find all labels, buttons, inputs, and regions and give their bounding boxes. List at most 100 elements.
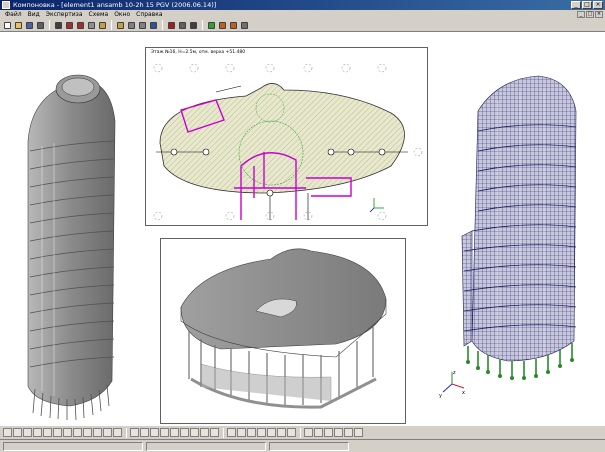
open-icon [14,21,22,29]
toolbar-settings-button[interactable] [177,20,187,30]
bottom-tool-button[interactable] [113,428,122,437]
floor-plan-drawing [153,63,423,221]
bottom-tool-button[interactable] [160,428,169,437]
bottom-tool-button[interactable] [314,428,323,437]
toolbar-view-button[interactable] [217,20,227,30]
bottom-tool-button[interactable] [257,428,266,437]
toolbar-redo-button[interactable] [115,20,125,30]
toolbar-mesh-button[interactable] [228,20,238,30]
bottom-tool-button[interactable] [130,428,139,437]
settings-icon [178,21,186,29]
status-field-coords [146,441,266,451]
paste-icon [138,21,146,29]
bottom-tool-button[interactable] [43,428,52,437]
maximize-button[interactable]: □ [582,1,592,9]
new-icon [3,21,11,29]
bottom-tool-button[interactable] [267,428,276,437]
bottom-tool-button[interactable] [93,428,102,437]
toolbar-filter-button[interactable] [206,20,216,30]
toolbar-open-button[interactable] [13,20,23,30]
zoom-icon [54,21,62,29]
menu-bar: Файл Вид Экспертиза Схема Окно Справка _… [0,10,605,19]
toolbar-separator [126,427,127,438]
axis-label-y: y [439,393,442,398]
floor-plan-panel[interactable]: Этаж №16, Н=2.5м, отм. верха +51.480 [145,47,428,226]
help-icon [149,21,157,29]
floor-3d-panel[interactable] [160,238,406,424]
status-field-main [3,441,143,451]
copy-icon [127,21,135,29]
toolbar-render-button[interactable] [166,20,176,30]
app-icon [2,1,10,9]
axis-label-x: x [462,390,465,396]
close-button[interactable]: × [593,1,603,9]
bottom-tool-button[interactable] [180,428,189,437]
bottom-tool-button[interactable] [73,428,82,437]
bottom-tool-button[interactable] [287,428,296,437]
toolbar-new-button[interactable] [2,20,12,30]
grid-icon [36,21,44,29]
toolbar-zoom-button[interactable] [53,20,63,30]
menu-window[interactable]: Окно [111,11,133,18]
bottom-tool-button[interactable] [210,428,219,437]
toolbar-rotate-button[interactable] [75,20,85,30]
toolbar-print-button[interactable] [188,20,198,30]
bottom-tool-button[interactable] [247,428,256,437]
minimize-button[interactable]: _ [571,1,581,9]
render-icon [167,21,175,29]
bottom-tool-button[interactable] [304,428,313,437]
bottom-tool-button[interactable] [200,428,209,437]
menu-scheme[interactable]: Схема [86,11,112,18]
toolbar-pan-button[interactable] [64,20,74,30]
toolbar-layer-button[interactable] [239,20,249,30]
bottom-tool-button[interactable] [63,428,72,437]
bottom-tool-button[interactable] [354,428,363,437]
doc-restore-button[interactable]: □ [586,11,594,18]
toolbar-help-button[interactable] [148,20,158,30]
doc-minimize-button[interactable]: _ [577,11,585,18]
bottom-tool-button[interactable] [13,428,22,437]
bottom-tool-button[interactable] [324,428,333,437]
menu-view[interactable]: Вид [25,11,43,18]
workspace[interactable]: Этаж №16, Н=2.5м, отм. верха +51.480 z x… [0,33,605,425]
bottom-tool-button[interactable] [140,428,149,437]
bottom-tool-button[interactable] [23,428,32,437]
toolbar-separator [223,427,224,438]
title-bar: Компоновка - [element1 ansamb 10-2h 15 P… [0,0,605,10]
toolbar [0,19,605,32]
bottom-tool-button[interactable] [190,428,199,437]
toolbar-separator [49,20,50,30]
status-field-mode [269,441,349,451]
bottom-tool-button[interactable] [344,428,353,437]
select-icon [87,21,95,29]
filter-icon [207,21,215,29]
mesh-icon [229,21,237,29]
toolbar-select-button[interactable] [86,20,96,30]
bottom-tool-button[interactable] [334,428,343,437]
menu-file[interactable]: Файл [2,11,25,18]
toolbar-save-button[interactable] [24,20,34,30]
bottom-tool-button[interactable] [3,428,12,437]
menu-expertise[interactable]: Экспертиза [43,11,86,18]
print-icon [189,21,197,29]
bottom-tool-button[interactable] [170,428,179,437]
toolbar-separator [300,427,301,438]
doc-close-button[interactable]: × [595,11,603,18]
building-mesh-right [461,75,577,380]
bottom-tool-button[interactable] [103,428,112,437]
toolbar-paste-button[interactable] [137,20,147,30]
toolbar-copy-button[interactable] [126,20,136,30]
toolbar-undo-button[interactable] [97,20,107,30]
toolbar-separator [111,20,112,30]
bottom-tool-button[interactable] [83,428,92,437]
bottom-tool-button[interactable] [53,428,62,437]
toolbar-separator [162,20,163,30]
menu-help[interactable]: Справка [133,11,165,18]
bottom-tool-button[interactable] [150,428,159,437]
toolbar-grid-button[interactable] [35,20,45,30]
bottom-tool-button[interactable] [237,428,246,437]
bottom-tool-button[interactable] [33,428,42,437]
bottom-tool-button[interactable] [277,428,286,437]
window-title: Компоновка - [element1 ansamb 10-2h 15 P… [13,1,217,9]
bottom-tool-button[interactable] [227,428,236,437]
